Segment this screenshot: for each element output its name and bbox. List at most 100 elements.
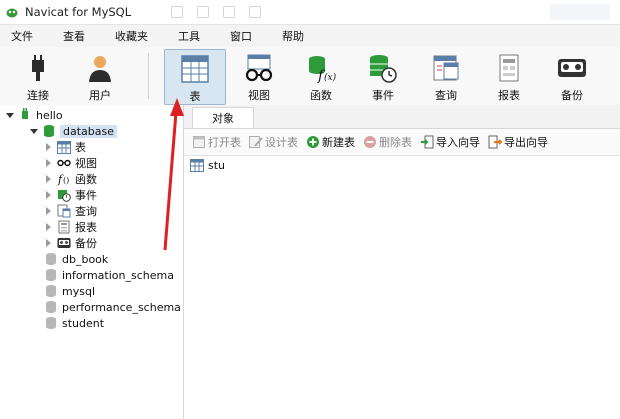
function-icon: f (x): [303, 51, 339, 85]
connection-name: hello: [36, 108, 63, 122]
tree-node-events[interactable]: 事件: [46, 187, 97, 203]
tree-node-tables[interactable]: 表: [46, 139, 86, 155]
function-label: 函数: [310, 89, 332, 102]
connection-tree: hello database 表 视图 f() 函数 事件 查询 报表 备份 d…: [0, 105, 184, 419]
database-icon: [42, 124, 56, 138]
database-icon: [44, 252, 58, 266]
quick-icon-4: [249, 6, 262, 18]
database-icon: [44, 284, 58, 298]
tree-database-item[interactable]: mysql: [44, 283, 95, 299]
tree-connection-hello[interactable]: hello: [6, 107, 63, 123]
design-table-button[interactable]: 设计表: [249, 134, 298, 150]
table-icon: [190, 158, 204, 172]
collapse-arrow-icon[interactable]: [46, 239, 51, 247]
view-button[interactable]: 视图: [231, 49, 287, 103]
expand-arrow-icon[interactable]: [30, 128, 38, 134]
tree-database-item[interactable]: information_schema: [44, 267, 174, 283]
user-icon: [82, 51, 118, 85]
main-toolbar: 连接 用户 表 视图 f (x) 函数 事件 查询 报表 备份: [0, 47, 620, 106]
object-pane: 对象 打开表 设计表 新建表 删除表 导入向导 导出向导 stu: [184, 105, 620, 419]
plug-icon: [20, 51, 56, 85]
database-name: database: [60, 124, 117, 138]
menu-favorites[interactable]: 收藏夹: [115, 26, 148, 46]
menu-window[interactable]: 窗口: [230, 26, 252, 46]
query-label: 查询: [435, 89, 457, 102]
table-item-stu[interactable]: stu: [190, 157, 225, 173]
tree-node-views[interactable]: 视图: [46, 155, 97, 171]
table-icon: [177, 52, 213, 86]
menu-view[interactable]: 查看: [63, 26, 85, 46]
tree-node-backups[interactable]: 备份: [46, 235, 97, 251]
database-name: student: [62, 316, 105, 330]
glasses-icon: [241, 51, 277, 85]
report-icon: [491, 51, 527, 85]
node-label: 报表: [75, 221, 97, 234]
open-table-icon: [192, 135, 206, 149]
table-button[interactable]: 表: [164, 49, 226, 105]
window-controls[interactable]: [550, 4, 610, 20]
delete-minus-icon: [363, 135, 377, 149]
table-label: 表: [189, 90, 201, 103]
connect-button[interactable]: 连接: [10, 49, 66, 103]
node-label: 事件: [75, 189, 97, 202]
menu-help[interactable]: 帮助: [282, 26, 304, 46]
collapse-arrow-icon[interactable]: [46, 207, 51, 215]
tab-strip: 对象: [184, 105, 620, 129]
event-button[interactable]: 事件: [355, 49, 411, 103]
function-button[interactable]: f (x) 函数: [293, 49, 349, 103]
user-label: 用户: [89, 89, 111, 102]
event-clock-icon: [365, 51, 401, 85]
tree-node-reports[interactable]: 报表: [46, 219, 97, 235]
menu-file[interactable]: 文件: [11, 26, 33, 46]
node-label: 视图: [75, 157, 97, 170]
open-table-button[interactable]: 打开表: [192, 134, 241, 150]
delete-table-button[interactable]: 删除表: [363, 134, 412, 150]
collapse-arrow-icon[interactable]: [46, 191, 51, 199]
svg-text:(x): (x): [324, 72, 337, 83]
window-title: Navicat for MySQL: [25, 5, 132, 19]
collapse-arrow-icon[interactable]: [46, 143, 51, 151]
export-wizard-label: 导出向导: [504, 136, 548, 149]
title-bar: Navicat for MySQL: [0, 0, 620, 25]
design-table-label: 设计表: [265, 136, 298, 149]
glasses-icon: [57, 156, 71, 170]
expand-arrow-icon[interactable]: [6, 112, 14, 118]
user-button[interactable]: 用户: [72, 49, 128, 103]
tree-database-item[interactable]: db_book: [44, 251, 108, 267]
navicat-logo-icon: [6, 8, 18, 18]
collapse-arrow-icon[interactable]: [46, 223, 51, 231]
svg-text:(): (): [63, 176, 69, 185]
object-toolbar: 打开表 设计表 新建表 删除表 导入向导 导出向导: [184, 129, 620, 156]
query-icon: [428, 51, 464, 85]
new-table-button[interactable]: 新建表: [306, 134, 355, 150]
event-label: 事件: [372, 89, 394, 102]
view-label: 视图: [248, 89, 270, 102]
export-icon: [488, 135, 502, 149]
tree-node-queries[interactable]: 查询: [46, 203, 97, 219]
tree-database-item[interactable]: performance_schema: [44, 299, 181, 315]
tree-database-selected[interactable]: database: [30, 123, 117, 139]
collapse-arrow-icon[interactable]: [46, 175, 51, 183]
menu-tools[interactable]: 工具: [178, 26, 200, 46]
export-wizard-button[interactable]: 导出向导: [488, 134, 548, 150]
open-table-label: 打开表: [208, 136, 241, 149]
report-button[interactable]: 报表: [481, 49, 537, 103]
query-button[interactable]: 查询: [418, 49, 474, 103]
node-label: 查询: [75, 205, 97, 218]
report-icon: [57, 220, 71, 234]
database-name: information_schema: [62, 268, 174, 282]
delete-table-label: 删除表: [379, 136, 412, 149]
tab-objects[interactable]: 对象: [192, 107, 254, 128]
event-clock-icon: [57, 188, 71, 202]
import-wizard-button[interactable]: 导入向导: [420, 134, 480, 150]
collapse-arrow-icon[interactable]: [46, 159, 51, 167]
quick-icon-2: [197, 6, 210, 18]
tree-node-functions[interactable]: f() 函数: [46, 171, 97, 187]
connection-icon: [18, 108, 32, 122]
quick-icon-1: [171, 6, 184, 18]
query-icon: [57, 204, 71, 218]
import-icon: [420, 135, 434, 149]
tree-database-item[interactable]: student: [44, 315, 104, 331]
backup-button[interactable]: 备份: [544, 49, 600, 103]
database-icon: [44, 268, 58, 282]
